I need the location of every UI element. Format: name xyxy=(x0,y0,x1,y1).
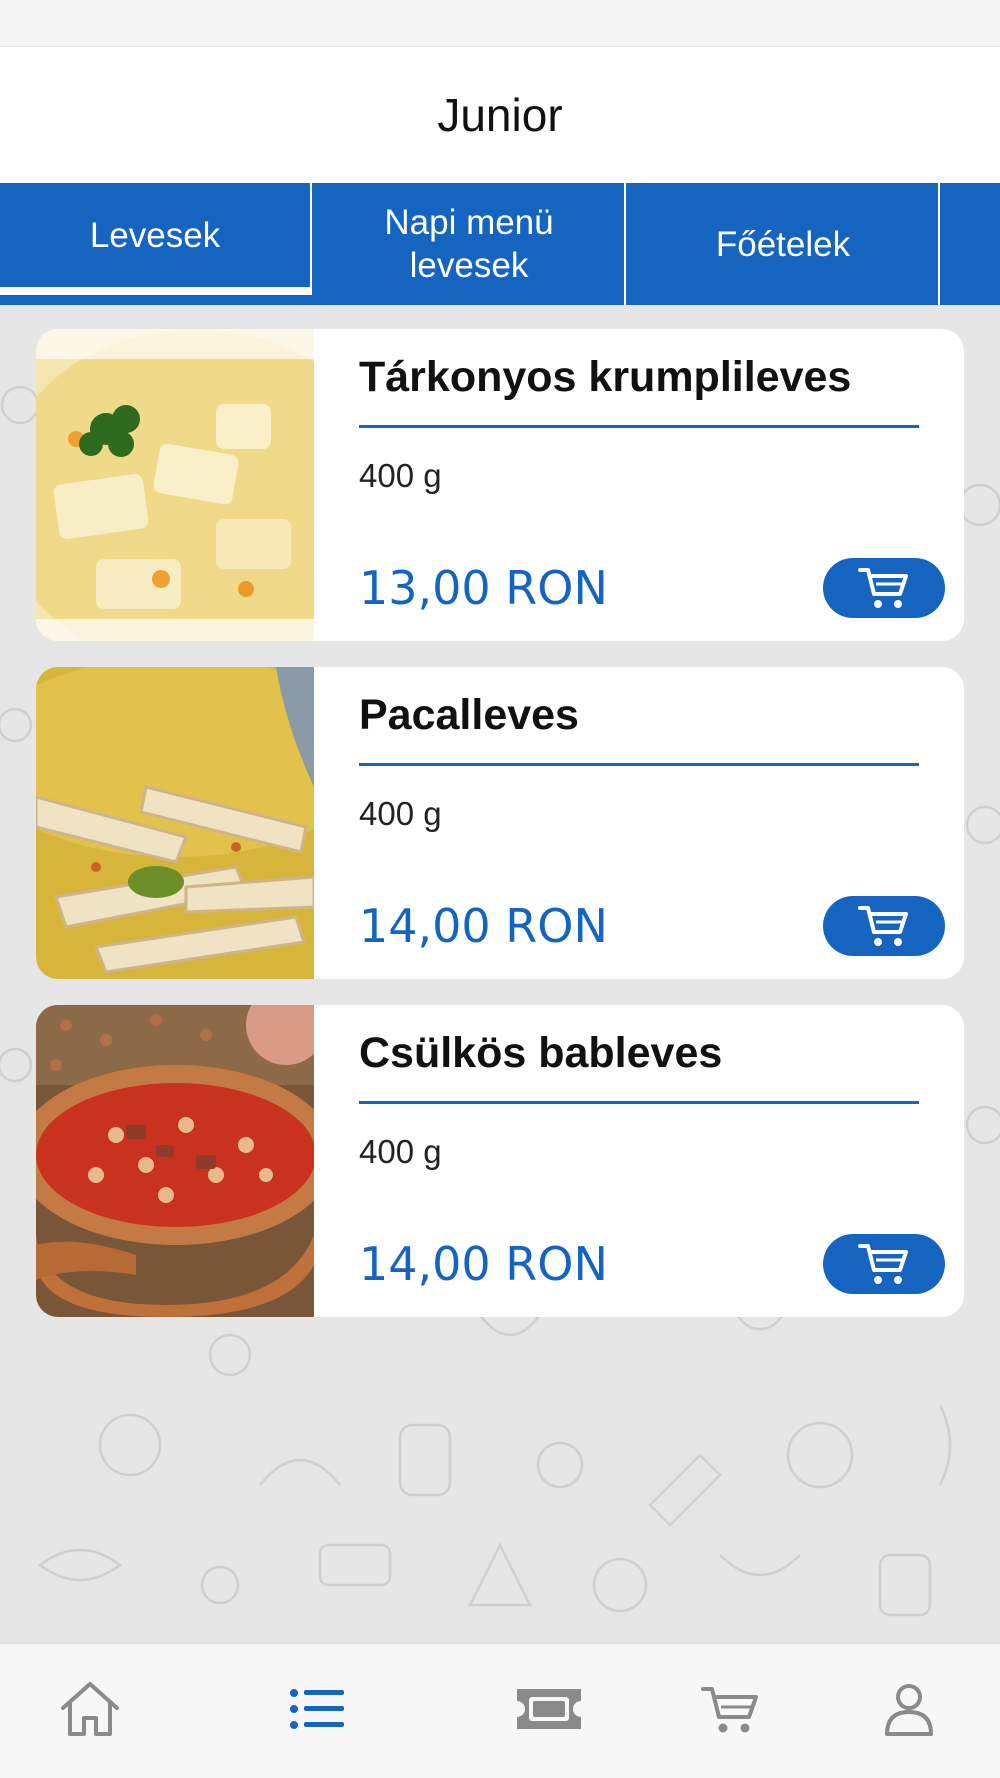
product-name: Csülkös bableves xyxy=(359,1029,723,1077)
divider xyxy=(359,425,919,428)
add-to-cart-button[interactable] xyxy=(823,896,945,956)
tab-napi-menu-levesek[interactable]: Napi menü levesek xyxy=(314,183,626,305)
bottom-navigation xyxy=(0,1643,1000,1778)
tab-label: Napi menü levesek xyxy=(384,203,554,285)
product-card[interactable]: Csülkös bableves 400 g 14,00 RON xyxy=(36,1005,964,1317)
tab-levesek[interactable]: Levesek xyxy=(0,183,312,295)
product-image xyxy=(36,329,314,641)
product-list[interactable]: Tárkonyos krumplileves 400 g 13,00 RON P… xyxy=(0,305,1000,1643)
divider xyxy=(359,763,919,766)
nav-coupons[interactable] xyxy=(514,1674,584,1744)
page-title: Junior xyxy=(437,89,563,141)
nav-cart[interactable] xyxy=(696,1674,766,1744)
ticket-icon xyxy=(517,1689,581,1729)
status-bar xyxy=(0,0,1000,47)
add-to-cart-button[interactable] xyxy=(823,1234,945,1294)
product-weight: 400 g xyxy=(359,457,442,494)
product-weight: 400 g xyxy=(359,795,442,832)
category-tabs: Levesek Napi menü levesek Főételek xyxy=(0,183,1000,305)
product-card[interactable]: Pacalleves 400 g 14,00 RON xyxy=(36,667,964,979)
tab-next-partial[interactable] xyxy=(942,183,1000,305)
tab-foetelek[interactable]: Főételek xyxy=(628,183,940,305)
cart-icon xyxy=(858,568,908,608)
user-icon xyxy=(885,1684,933,1736)
list-icon xyxy=(290,1689,344,1729)
product-price: 14,00 RON xyxy=(359,1237,608,1291)
cart-icon xyxy=(858,906,908,946)
tab-label: Levesek xyxy=(89,215,221,255)
product-image xyxy=(36,1005,314,1317)
product-name: Pacalleves xyxy=(359,691,579,739)
product-price: 14,00 RON xyxy=(359,899,608,953)
product-image xyxy=(36,667,314,979)
nav-menu-list[interactable] xyxy=(282,1674,352,1744)
divider xyxy=(359,1101,919,1104)
cart-icon xyxy=(701,1687,758,1733)
nav-home[interactable] xyxy=(55,1674,125,1744)
nav-profile[interactable] xyxy=(874,1674,944,1744)
add-to-cart-button[interactable] xyxy=(823,558,945,618)
home-icon xyxy=(61,1682,119,1736)
product-weight: 400 g xyxy=(359,1133,442,1170)
app-header: Junior xyxy=(0,47,1000,183)
product-price: 13,00 RON xyxy=(359,561,608,615)
product-card[interactable]: Tárkonyos krumplileves 400 g 13,00 RON xyxy=(36,329,964,641)
product-name: Tárkonyos krumplileves xyxy=(359,353,852,401)
tab-label: Főételek xyxy=(715,224,851,264)
cart-icon xyxy=(858,1244,908,1284)
